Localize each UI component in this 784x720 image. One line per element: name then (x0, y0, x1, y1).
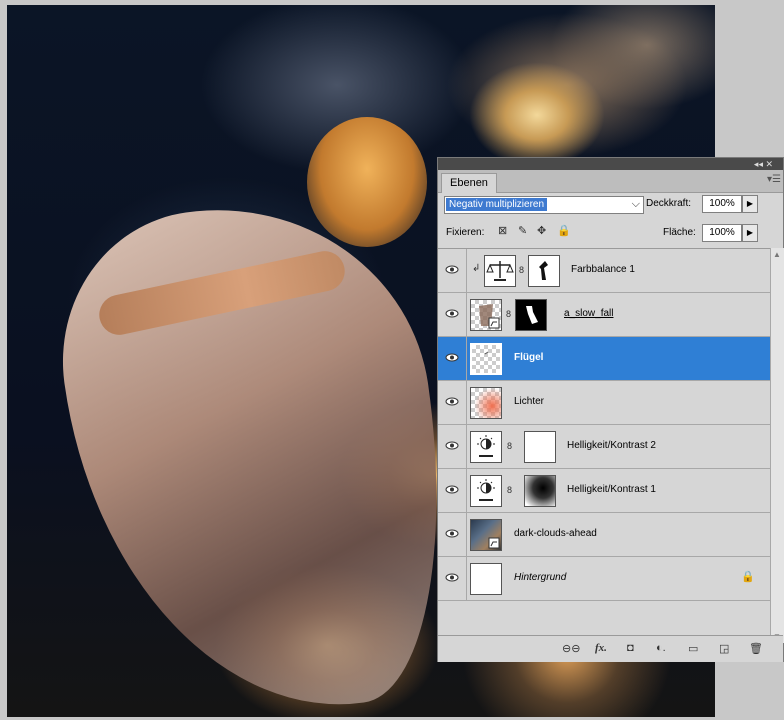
link-layers-icon[interactable]: ⊖⊖ (562, 642, 580, 655)
layer-thumbnail[interactable] (470, 563, 502, 595)
fill-input[interactable]: 100% (702, 224, 742, 242)
visibility-toggle[interactable] (438, 425, 467, 468)
visibility-toggle[interactable] (438, 469, 467, 512)
brightness-contrast-icon[interactable] (470, 431, 502, 463)
layer-name[interactable]: Flügel (514, 352, 543, 363)
blend-mode-select[interactable]: Negativ multiplizieren ⌵ (444, 196, 644, 214)
fill-label: Fläche: (663, 227, 696, 238)
clipping-arrow-icon: ↲ (472, 263, 481, 274)
panel-menu-icon[interactable]: ▾☰ (767, 174, 781, 185)
visibility-toggle[interactable] (438, 337, 467, 380)
lock-label: Fixieren: (446, 227, 485, 238)
visibility-toggle[interactable] (438, 513, 467, 556)
tab-ebenen[interactable]: Ebenen (441, 173, 497, 193)
chain-link-icon[interactable]: 8 (506, 309, 511, 319)
layer-list: ↲ 8 Farbbalance 1 8 a_slow_fall Flügel L… (438, 248, 770, 603)
figure-dress (43, 182, 471, 717)
layer-row[interactable]: 8 Helligkeit/Kontrast 2 (438, 425, 770, 469)
blend-mode-value: Negativ multiplizieren (446, 198, 548, 211)
layer-row-selected[interactable]: Flügel (438, 337, 770, 381)
trash-icon[interactable]: 🗑 (749, 642, 763, 655)
figure-hair (307, 117, 427, 247)
layer-name[interactable]: Helligkeit/Kontrast 2 (567, 440, 656, 451)
new-group-icon[interactable]: ▭ (688, 642, 698, 655)
layer-mask-thumbnail[interactable] (524, 475, 556, 507)
lock-all-icon[interactable]: 🔒 (557, 224, 571, 237)
opacity-slider-arrow-icon[interactable]: ▶ (742, 195, 758, 213)
eye-icon (445, 265, 459, 274)
eye-icon (445, 529, 459, 538)
opacity-label: Deckkraft: (646, 198, 692, 209)
visibility-toggle[interactable] (438, 381, 467, 424)
lock-transparent-icon[interactable]: ⊠ (498, 224, 507, 237)
adjustment-layer-icon[interactable]: ◐. (656, 642, 666, 654)
brightness-contrast-icon[interactable] (470, 475, 502, 507)
chain-link-icon[interactable]: 8 (507, 441, 512, 451)
layers-panel: ◂◂ ✕ Ebenen ▾☰ Negativ multiplizieren ⌵ … (437, 157, 784, 662)
visibility-toggle[interactable] (438, 557, 467, 600)
layer-thumbnail[interactable] (470, 519, 502, 551)
layer-mask-thumbnail[interactable] (528, 255, 560, 287)
layer-name[interactable]: Lichter (514, 396, 544, 407)
layer-thumbnail[interactable] (470, 343, 502, 375)
eye-icon (445, 397, 459, 406)
layer-thumbnail[interactable] (470, 387, 502, 419)
panel-titlebar[interactable]: ◂◂ ✕ (438, 158, 783, 170)
lock-position-icon[interactable]: ✥ (537, 224, 546, 237)
eye-icon (445, 485, 459, 494)
visibility-toggle[interactable] (438, 293, 467, 336)
layer-row[interactable]: 8 Helligkeit/Kontrast 1 (438, 469, 770, 513)
layer-name[interactable]: Helligkeit/Kontrast 1 (567, 484, 656, 495)
layer-thumbnail[interactable] (470, 299, 502, 331)
eye-icon (445, 441, 459, 450)
layer-name[interactable]: dark-clouds-ahead (514, 528, 597, 539)
fill-slider-arrow-icon[interactable]: ▶ (742, 224, 758, 242)
layer-row[interactable]: 8 a_slow_fall (438, 293, 770, 337)
eye-icon (445, 573, 459, 582)
chain-link-icon[interactable]: 8 (507, 485, 512, 495)
eye-icon (445, 353, 459, 362)
lock-pixels-icon[interactable]: ✎ (518, 224, 527, 237)
scroll-up-icon[interactable]: ▲ (773, 250, 781, 259)
layer-mask-thumbnail[interactable] (515, 299, 547, 331)
layer-row[interactable]: ↲ 8 Farbbalance 1 (438, 249, 770, 293)
fx-icon[interactable]: fx. (595, 642, 607, 654)
layer-name[interactable]: a_slow_fall (564, 308, 613, 319)
visibility-toggle[interactable] (438, 249, 467, 292)
layer-row[interactable]: Lichter (438, 381, 770, 425)
layer-name[interactable]: Hintergrund (514, 572, 566, 583)
scrollbar[interactable]: ▲ ▼ (770, 248, 784, 643)
panel-tabbar: Ebenen ▾☰ (438, 170, 783, 193)
layer-mask-thumbnail[interactable] (524, 431, 556, 463)
chain-link-icon[interactable]: 8 (519, 265, 524, 275)
lock-icon: 🔒 (741, 571, 755, 583)
layer-row[interactable]: Hintergrund 🔒 (438, 557, 770, 601)
collapse-panel-icon[interactable]: ◂◂ ✕ (754, 158, 773, 170)
add-mask-icon[interactable]: ◘ (627, 642, 634, 654)
layer-name[interactable]: Farbbalance 1 (571, 264, 635, 275)
new-layer-icon[interactable]: ◲ (719, 642, 729, 655)
chevron-down-icon: ⌵ (631, 198, 640, 210)
opacity-input[interactable]: 100% (702, 195, 742, 213)
panel-footer: ⊖⊖ fx. ◘ ◐. ▭ ◲ 🗑 (438, 635, 783, 662)
eye-icon (445, 309, 459, 318)
layer-row[interactable]: dark-clouds-ahead (438, 513, 770, 557)
color-balance-icon[interactable] (484, 255, 516, 287)
